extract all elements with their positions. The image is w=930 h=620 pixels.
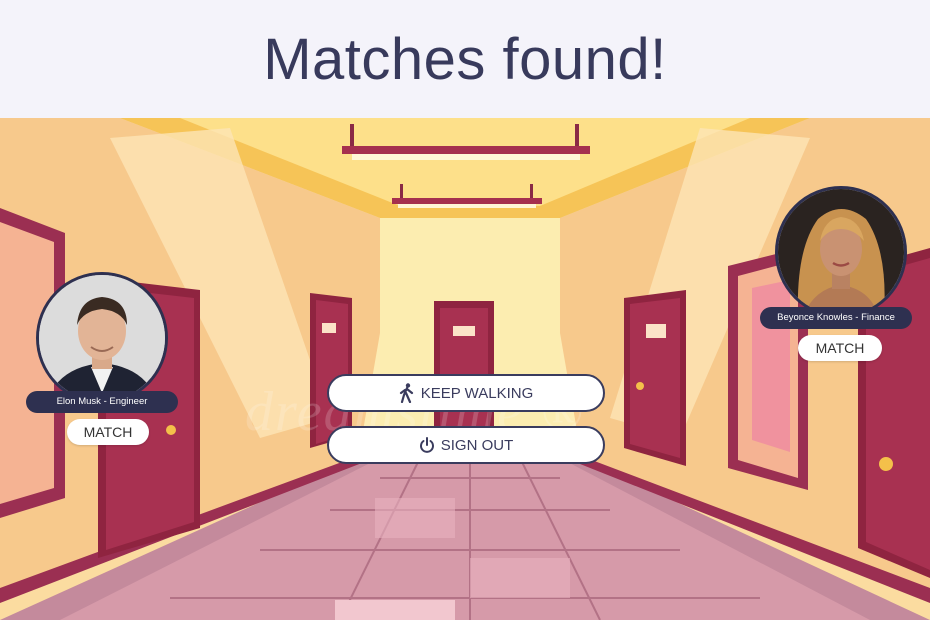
person-photo-icon (39, 275, 165, 401)
keep-walking-label: KEEP WALKING (420, 384, 534, 402)
sign-out-button[interactable]: SIGN OUT (327, 426, 605, 464)
match-1-match-button[interactable]: MATCH (67, 419, 149, 445)
person-photo-icon (778, 189, 904, 315)
keep-walking-button[interactable]: KEEP WALKING (327, 374, 605, 412)
avatar-match-2[interactable] (775, 186, 907, 318)
walking-person-icon (399, 383, 415, 403)
match-1-name-label: Elon Musk - Engineer (26, 391, 178, 413)
avatar-match-1[interactable] (36, 272, 168, 404)
match-2-name-label: Beyonce Knowles - Finance (760, 307, 912, 329)
sign-out-label: SIGN OUT (440, 436, 514, 454)
header-bar: Matches found! (0, 0, 930, 118)
power-icon (419, 437, 435, 453)
page-title: Matches found! (263, 26, 667, 92)
match-2-match-button[interactable]: MATCH (798, 335, 882, 361)
